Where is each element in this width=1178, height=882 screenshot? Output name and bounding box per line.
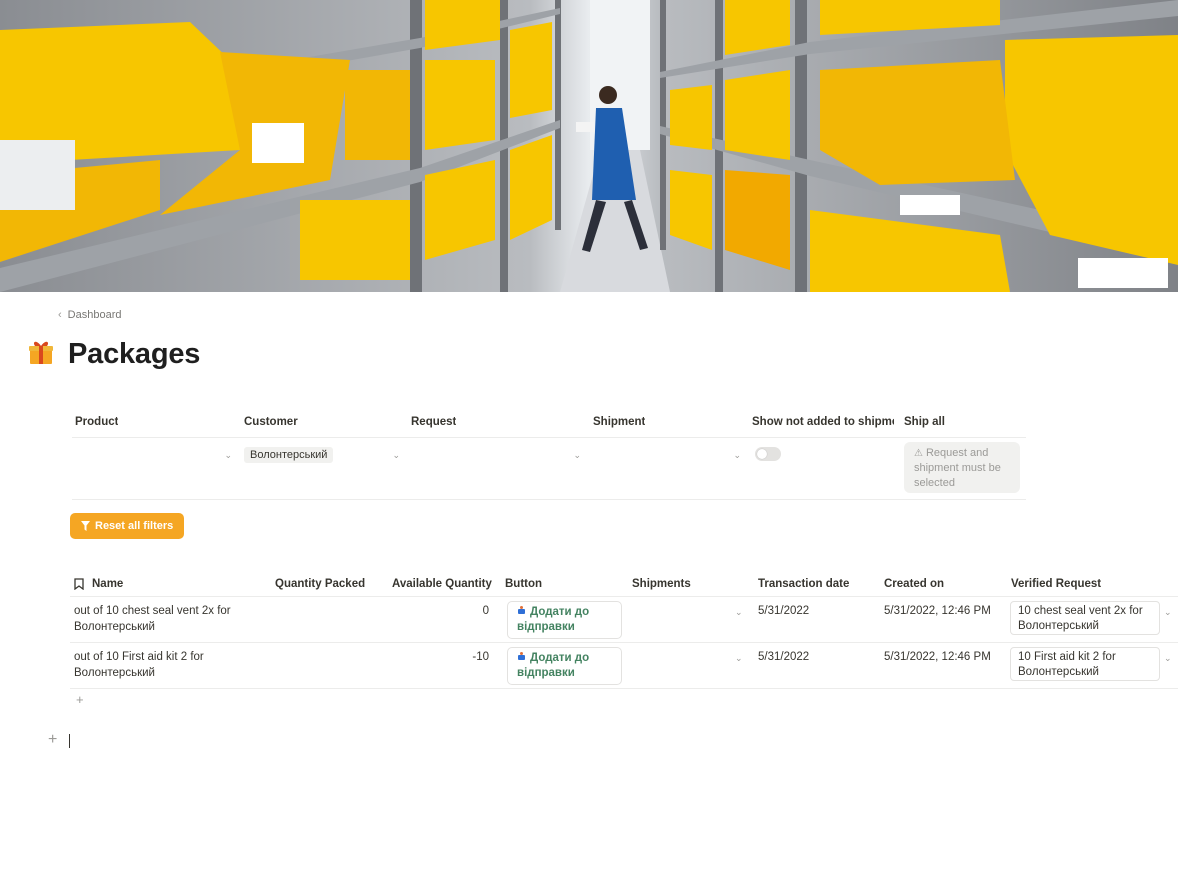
- column-created-on[interactable]: Created on: [884, 578, 944, 590]
- filter-header-show-not-added: Show not added to shipment: [752, 416, 894, 428]
- filter-header-shipment: Shipment: [593, 416, 646, 428]
- cover-image: [0, 0, 1178, 292]
- ship-all-button[interactable]: ⚠ Request and shipment must be selected: [904, 442, 1020, 493]
- package-icon: [517, 652, 526, 661]
- filter-header-product: Product: [75, 416, 119, 428]
- add-to-shipment-button[interactable]: Додати до відправки: [507, 647, 622, 685]
- breadcrumb-dashboard[interactable]: Dashboard: [68, 309, 122, 321]
- filters-panel: Product Customer Request Shipment Show n…: [72, 416, 1026, 500]
- table-row[interactable]: out of 10 First aid kit 2 for Волонтерсь…: [70, 643, 1178, 689]
- add-row-plus-icon[interactable]: +: [76, 692, 84, 707]
- request-select[interactable]: ⌄: [411, 444, 581, 466]
- chevron-down-icon: ⌄: [392, 449, 400, 460]
- verified-request-link[interactable]: 10 chest seal vent 2x for Волонтерський: [1010, 601, 1160, 635]
- filter-header-ship-all: Ship all: [904, 416, 945, 428]
- cell-transaction-date: 5/31/2022: [758, 651, 810, 663]
- cell-created-on: 5/31/2022, 12:46 PM: [884, 651, 991, 663]
- ship-all-button-label: Request and shipment must be selected: [914, 447, 1001, 489]
- chevron-left-icon: ‹: [58, 309, 62, 321]
- chevron-down-icon[interactable]: ⌄: [1164, 607, 1172, 618]
- add-to-shipment-button[interactable]: Додати до відправки: [507, 601, 622, 639]
- verified-request-link[interactable]: 10 First aid kit 2 for Волонтерський: [1010, 647, 1160, 681]
- add-to-shipment-label: Додати до відправки: [517, 606, 590, 633]
- reset-filters-button[interactable]: Reset all filters: [70, 513, 185, 539]
- text-cursor: [69, 734, 70, 748]
- cell-available-quantity: 0: [482, 605, 489, 617]
- reset-filters-label: Reset all filters: [95, 520, 174, 532]
- column-transaction-date[interactable]: Transaction date: [758, 578, 849, 590]
- chevron-down-icon: ⌄: [733, 449, 741, 460]
- customer-select[interactable]: Волонтерський ⌄: [244, 444, 400, 466]
- breadcrumb[interactable]: ‹ Dashboard: [58, 309, 122, 321]
- filter-header-customer: Customer: [244, 416, 298, 428]
- shipment-select[interactable]: ⌄: [593, 444, 741, 466]
- cell-name[interactable]: out of 10 chest seal vent 2x for Волонте…: [74, 603, 234, 635]
- column-available-quantity[interactable]: Available Quantity: [392, 578, 492, 590]
- warning-icon: ⚠: [914, 448, 923, 459]
- column-verified-request[interactable]: Verified Request: [1011, 578, 1101, 590]
- chevron-down-icon: ⌄: [224, 449, 232, 460]
- cell-name[interactable]: out of 10 First aid kit 2 for Волонтерсь…: [74, 649, 234, 681]
- toggle-knob: [757, 449, 767, 459]
- filter-header-request: Request: [411, 416, 457, 428]
- column-button[interactable]: Button: [505, 578, 542, 590]
- chevron-down-icon[interactable]: ⌄: [735, 653, 743, 664]
- chevron-down-icon[interactable]: ⌄: [1164, 653, 1172, 664]
- bookmark-icon: [74, 578, 84, 593]
- column-name[interactable]: Name: [92, 578, 123, 590]
- cell-created-on: 5/31/2022, 12:46 PM: [884, 605, 991, 617]
- divider: [72, 437, 1026, 438]
- filter-icon: [81, 521, 90, 531]
- chevron-down-icon: ⌄: [573, 449, 581, 460]
- title-row: Packages: [28, 338, 200, 371]
- page-title: Packages: [68, 338, 201, 370]
- product-select[interactable]: ⌄: [72, 444, 232, 466]
- customer-chip: Волонтерський: [244, 447, 334, 463]
- cell-transaction-date: 5/31/2022: [758, 605, 810, 617]
- packages-table: Name Quantity Packed Available Quantity …: [70, 572, 1178, 713]
- table-row[interactable]: out of 10 chest seal vent 2x for Волонте…: [70, 597, 1178, 643]
- add-block-plus-icon[interactable]: +: [48, 731, 57, 749]
- column-shipments[interactable]: Shipments: [632, 578, 691, 590]
- add-row-area: +: [70, 689, 1178, 713]
- add-to-shipment-label: Додати до відправки: [517, 652, 590, 679]
- warehouse-illustration: [0, 0, 1178, 292]
- chevron-down-icon[interactable]: ⌄: [735, 607, 743, 618]
- column-quantity-packed[interactable]: Quantity Packed: [275, 578, 365, 590]
- table-header: Name Quantity Packed Available Quantity …: [70, 572, 1178, 597]
- show-not-added-toggle[interactable]: [755, 447, 781, 461]
- cell-available-quantity: -10: [472, 651, 489, 663]
- gift-icon: [28, 338, 54, 371]
- package-icon: [517, 606, 526, 615]
